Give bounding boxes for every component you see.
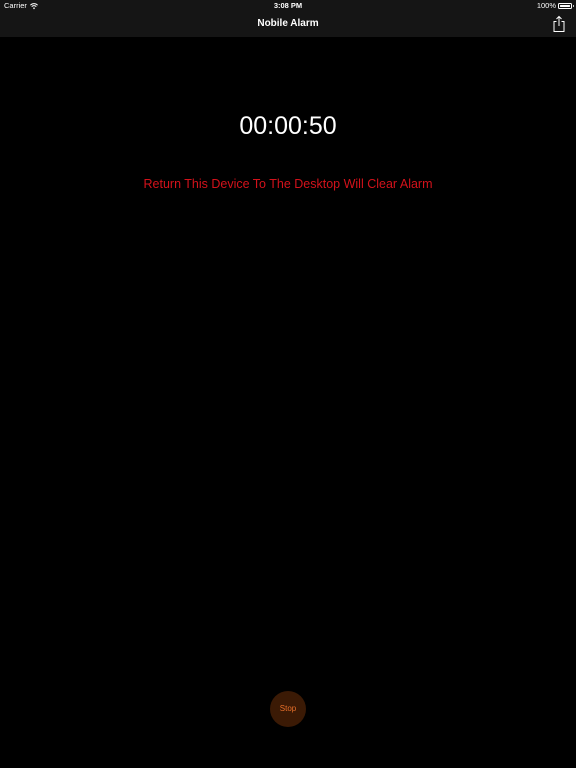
battery-icon [558,3,574,9]
countdown-timer: 00:00:50 [239,112,337,140]
status-time: 3:08 PM [273,1,303,10]
status-right: 100% [536,0,574,12]
alarm-screen: Carrier 3:08 PM 100% Nobile Alarm 00:00:… [0,0,576,768]
battery-percent: 100% [536,1,556,10]
share-button[interactable] [552,15,566,33]
navigation-bar: Nobile Alarm [0,12,576,37]
stop-button[interactable]: Stop [270,691,306,727]
status-bar: Carrier 3:08 PM 100% [0,0,576,12]
share-icon [553,15,565,32]
alarm-message: Return This Device To The Desktop Will C… [143,177,433,191]
page-title: Nobile Alarm [257,18,319,29]
